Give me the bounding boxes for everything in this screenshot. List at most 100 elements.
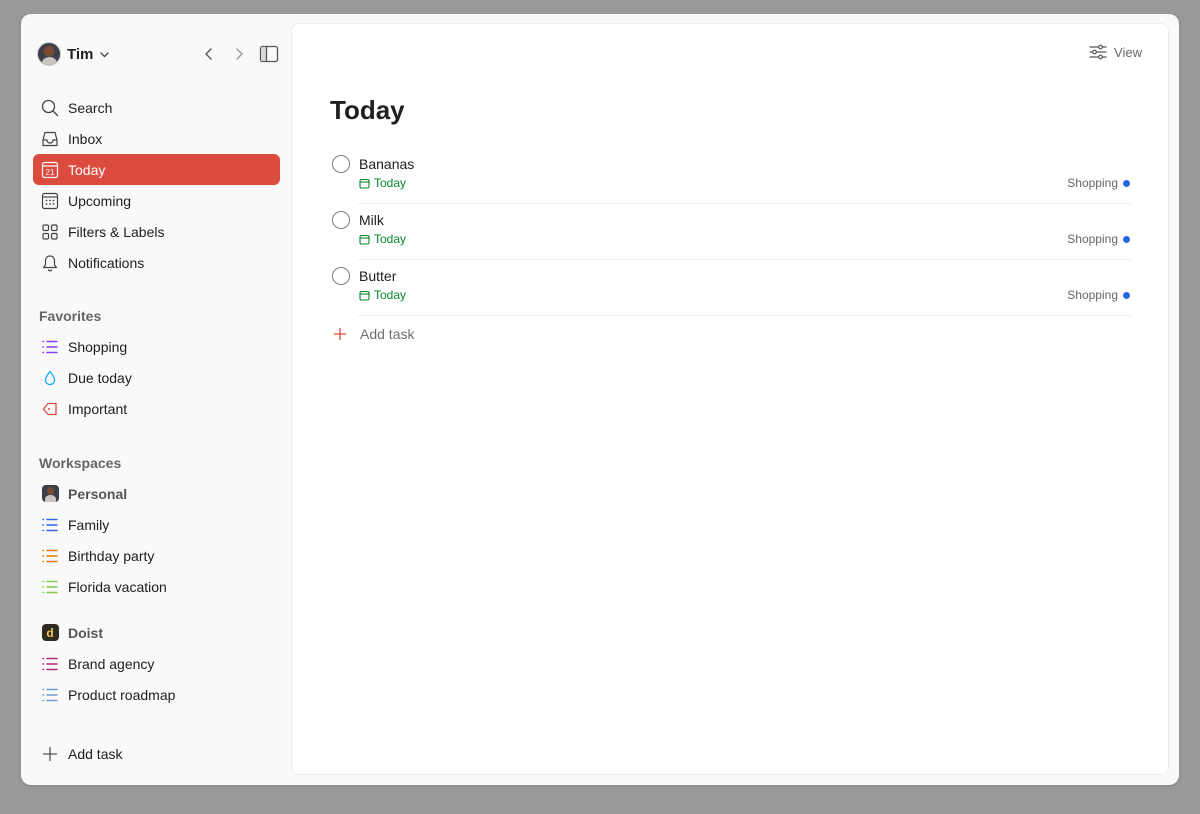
favorite-due-today[interactable]: Due today	[33, 362, 280, 393]
user-name: Tim	[67, 45, 94, 63]
filters-grid-icon	[41, 223, 59, 241]
divider	[358, 315, 1132, 316]
nav-label: Search	[68, 99, 113, 116]
task-checkbox[interactable]	[332, 155, 350, 173]
project-label: Birthday party	[68, 547, 155, 564]
nav-today[interactable]: 21 Today	[33, 154, 280, 185]
nav-inbox[interactable]: Inbox	[33, 123, 280, 154]
project-label: Family	[68, 516, 110, 533]
main-nav: Search Inbox 21 Today Upcoming Filters &…	[33, 92, 280, 278]
favorite-label: Shopping	[68, 338, 128, 355]
list-icon	[41, 338, 59, 356]
project-brand-agency[interactable]: Brand agency	[33, 648, 280, 679]
calendar-icon	[359, 178, 370, 189]
sliders-icon	[1089, 44, 1107, 60]
project-label: Brand agency	[68, 655, 155, 672]
toggle-sidebar-button[interactable]	[259, 44, 279, 64]
add-task-label: Add task	[360, 326, 415, 342]
nav-label: Filters & Labels	[68, 223, 165, 240]
tag-icon	[41, 400, 59, 418]
favorite-label: Due today	[68, 369, 132, 386]
task-project[interactable]: Shopping	[1067, 176, 1130, 190]
chevron-left-icon	[205, 48, 212, 60]
doist-logo-icon: d	[41, 624, 59, 641]
project-family[interactable]: Family	[33, 509, 280, 540]
nav-search[interactable]: Search	[33, 92, 280, 123]
task-name[interactable]: Bananas	[359, 156, 414, 172]
task-checkbox[interactable]	[332, 211, 350, 229]
project-birthday-party[interactable]: Birthday party	[33, 540, 280, 571]
view-button[interactable]: View	[1089, 44, 1142, 60]
workspace-personal-header[interactable]: Personal	[33, 478, 280, 509]
user-menu-button[interactable]: Tim	[37, 41, 110, 67]
workspace-label: Personal	[68, 485, 128, 502]
bell-icon	[41, 254, 59, 272]
task-item[interactable]: Milk Today Shopping	[330, 204, 1132, 260]
task-name[interactable]: Butter	[359, 268, 396, 284]
sidebar-add-task-button[interactable]: Add task	[33, 738, 280, 769]
task-item[interactable]: Butter Today Shopping	[330, 260, 1132, 316]
sidebar: Tim Search Inbox 21 Today Upcoming Filte…	[21, 14, 291, 785]
main-panel: View Today Bananas Today Shopping Milk T…	[291, 23, 1169, 775]
task-project[interactable]: Shopping	[1067, 288, 1130, 302]
workspace-doist-header[interactable]: d Doist	[33, 617, 280, 648]
project-color-dot	[1123, 179, 1130, 187]
chevron-down-icon	[99, 49, 110, 60]
calendar-icon	[359, 234, 370, 245]
page-title: Today	[330, 95, 405, 125]
nav-label: Upcoming	[68, 192, 132, 209]
task-due-date[interactable]: Today	[359, 288, 406, 302]
calendar-icon	[359, 290, 370, 301]
app-window: Tim Search Inbox 21 Today Upcoming Filte…	[21, 14, 1179, 785]
nav-label: Today	[68, 161, 106, 178]
task-due-date[interactable]: Today	[359, 176, 406, 190]
task-item[interactable]: Bananas Today Shopping	[330, 148, 1132, 204]
workspace-personal: Personal Family Birthday party Florida v…	[33, 478, 280, 602]
workspace-label: Doist	[68, 624, 103, 641]
forward-button[interactable]	[229, 44, 249, 64]
inbox-icon	[41, 130, 59, 148]
sidebar-toggle-icon	[259, 45, 279, 63]
plus-icon	[41, 745, 59, 763]
task-due-date[interactable]: Today	[359, 232, 406, 246]
favorite-label: Important	[68, 400, 128, 417]
add-task-label: Add task	[68, 745, 123, 762]
task-list: Bananas Today Shopping Milk Today Shoppi…	[330, 148, 1132, 316]
avatar	[37, 42, 61, 66]
nav-filters-labels[interactable]: Filters & Labels	[33, 216, 280, 247]
nav-label: Inbox	[68, 130, 103, 147]
add-task-button[interactable]: Add task	[330, 324, 414, 344]
project-product-roadmap[interactable]: Product roadmap	[33, 679, 280, 710]
plus-icon	[330, 324, 350, 344]
nav-notifications[interactable]: Notifications	[33, 247, 280, 278]
nav-upcoming[interactable]: Upcoming	[33, 185, 280, 216]
project-florida-vacation[interactable]: Florida vacation	[33, 571, 280, 602]
search-icon	[41, 99, 59, 117]
list-icon	[41, 686, 59, 704]
sidebar-add-task: Add task	[33, 738, 280, 769]
workspace-doist: d Doist Brand agency Product roadmap	[33, 617, 280, 710]
view-label: View	[1114, 44, 1142, 60]
task-checkbox[interactable]	[332, 267, 350, 285]
list-icon	[41, 547, 59, 565]
drop-icon	[41, 369, 59, 387]
project-label: Product roadmap	[68, 686, 176, 703]
back-button[interactable]	[199, 44, 219, 64]
project-color-dot	[1123, 291, 1130, 299]
project-label: Florida vacation	[68, 578, 167, 595]
calendar-grid-icon	[41, 192, 59, 210]
favorite-important[interactable]: Important	[33, 393, 280, 424]
project-color-dot	[1123, 235, 1130, 243]
calendar-today-icon: 21	[41, 161, 59, 179]
personal-avatar	[41, 485, 59, 502]
favorites-heading[interactable]: Favorites	[39, 308, 101, 324]
svg-text:21: 21	[46, 168, 55, 177]
list-icon	[41, 655, 59, 673]
nav-label: Notifications	[68, 254, 145, 271]
favorite-shopping[interactable]: Shopping	[33, 331, 280, 362]
task-project[interactable]: Shopping	[1067, 232, 1130, 246]
workspaces-heading[interactable]: Workspaces	[39, 455, 121, 471]
task-name[interactable]: Milk	[359, 212, 384, 228]
sidebar-header: Tim	[21, 38, 291, 70]
list-icon	[41, 578, 59, 596]
